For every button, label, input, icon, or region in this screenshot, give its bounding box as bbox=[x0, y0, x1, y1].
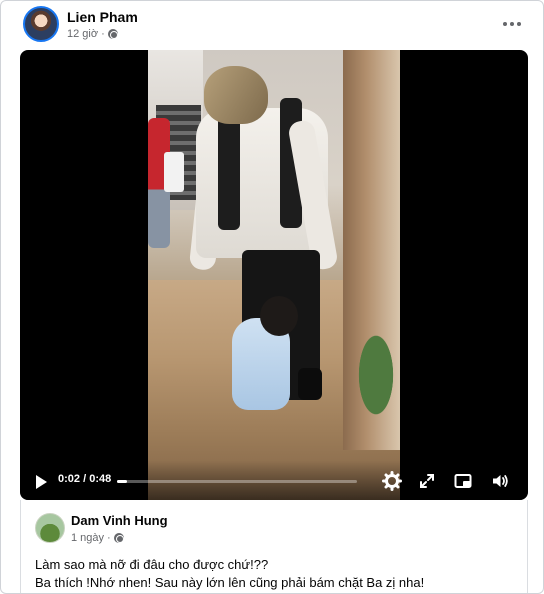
video-man-shoe bbox=[298, 368, 322, 400]
settings-gear-icon[interactable] bbox=[382, 471, 402, 491]
post-author-name[interactable]: Lien Pham bbox=[67, 9, 138, 25]
globe-icon bbox=[113, 533, 124, 543]
comment-line: Làm sao mà nỡ đi đâu cho được chứ!?? bbox=[35, 557, 269, 572]
ellipsis-dot bbox=[503, 22, 507, 26]
video-man-head bbox=[204, 66, 268, 124]
comment-text: Làm sao mà nỡ đi đâu cho được chứ!?? Ba … bbox=[35, 556, 424, 592]
play-icon[interactable] bbox=[36, 475, 47, 489]
video-plant bbox=[352, 320, 400, 430]
comment-meta: 1 ngày · bbox=[71, 532, 124, 544]
dot-separator: · bbox=[101, 28, 105, 40]
post-time[interactable]: 12 giờ bbox=[67, 28, 98, 40]
ellipsis-dot bbox=[510, 22, 514, 26]
post-meta: 12 giờ · bbox=[67, 28, 118, 40]
ellipsis-dot bbox=[517, 22, 521, 26]
author-avatar[interactable] bbox=[23, 6, 59, 42]
dot-separator: · bbox=[107, 532, 111, 544]
fullscreen-icon[interactable] bbox=[417, 471, 437, 491]
video-player[interactable]: 0:02 / 0:48 bbox=[20, 50, 528, 500]
more-options-button[interactable] bbox=[499, 11, 525, 37]
commenter-avatar[interactable] bbox=[35, 513, 65, 543]
comment-time[interactable]: 1 ngày bbox=[71, 532, 104, 544]
picture-in-picture-icon[interactable] bbox=[453, 471, 473, 491]
shared-post-caption: Dam Vinh Hung 1 ngày · Làm sao mà nỡ đi … bbox=[20, 500, 528, 593]
post-header: Lien Pham 12 giờ · bbox=[1, 1, 543, 47]
comment-line: Ba thích !Nhớ nhen! Sau này lớn lên cũng… bbox=[35, 575, 425, 590]
duration: 0:48 bbox=[89, 473, 112, 485]
video-progress-bar[interactable] bbox=[117, 480, 357, 483]
commenter-name[interactable]: Dam Vinh Hung bbox=[71, 513, 168, 528]
time-separator: / bbox=[83, 473, 87, 485]
video-progress-fill bbox=[117, 480, 127, 483]
video-bag bbox=[164, 152, 184, 192]
globe-icon bbox=[107, 29, 118, 39]
video-frame bbox=[148, 50, 400, 500]
volume-icon[interactable] bbox=[490, 471, 510, 491]
video-man-suspender bbox=[218, 110, 240, 230]
current-time: 0:02 bbox=[58, 473, 81, 485]
video-time: 0:02 / 0:48 bbox=[58, 473, 111, 485]
video-child-head bbox=[260, 296, 298, 336]
post-card: Lien Pham 12 giờ · 0:02 / 0:48 Dam Vinh … bbox=[0, 0, 544, 594]
